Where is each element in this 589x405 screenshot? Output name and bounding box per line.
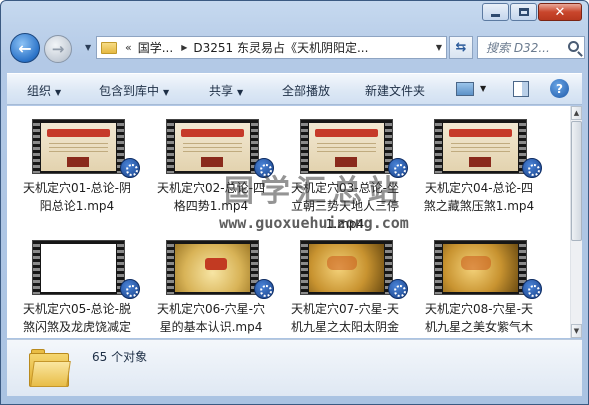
file-item[interactable]: 天机定穴01-总论-阴阳总论1.mp4 — [13, 111, 141, 229]
chevron-down-icon: ▼ — [55, 88, 62, 97]
back-button[interactable]: ← — [10, 33, 40, 63]
media-player-icon — [120, 158, 140, 178]
scroll-down-icon[interactable]: ▼ — [571, 324, 582, 338]
search-box[interactable]: 搜索 D32... — [477, 36, 585, 59]
address-dropdown-icon[interactable]: ▼ — [436, 43, 442, 52]
details-pane: 65 个对象 — [7, 339, 582, 396]
file-name: 天机定穴07-穴星-天机九星之太阳太阴金水.mp4 — [290, 302, 399, 334]
play-all-label: 全部播放 — [282, 84, 331, 98]
video-thumbnail — [32, 119, 125, 174]
chevron-down-icon: ▼ — [163, 88, 170, 97]
scroll-up-icon[interactable]: ▲ — [571, 106, 582, 120]
breadcrumb-overflow-chevron[interactable]: « — [125, 41, 132, 54]
command-bar: 组织 ▼ 包含到库中 ▼ 共享 ▼ 全部播放 新建文件夹 ▼ ? — [7, 73, 582, 105]
navigation-bar: ← → ▼ « 国学... ▶ D3251 东灵易占《天机阴阳定... ▼ ⇆ … — [7, 31, 585, 63]
video-thumbnail — [434, 119, 527, 174]
close-button[interactable]: ✕ — [538, 3, 582, 21]
vertical-scrollbar[interactable]: ▲ ▼ — [570, 106, 582, 338]
new-folder-label: 新建文件夹 — [365, 84, 426, 98]
caption-buttons: ✕ — [481, 3, 582, 21]
chevron-down-icon: ▼ — [237, 88, 244, 97]
file-item[interactable]: 天机定穴05-总论-脱煞闪煞及龙虎饶减定穴 — [13, 232, 141, 338]
maximize-button[interactable] — [510, 3, 537, 21]
file-item[interactable]: 天机定穴04-总论-四煞之藏煞压煞1.mp4 — [415, 111, 543, 229]
breadcrumb-item[interactable]: D3251 东灵易占《天机阴阳定... — [193, 39, 368, 56]
include-in-library-menu[interactable]: 包含到库中 ▼ — [99, 82, 169, 99]
video-thumbnail — [434, 240, 527, 295]
file-item[interactable]: 天机定穴06-穴星-穴星的基本认识.mp4 — [147, 232, 275, 338]
video-thumbnail — [166, 240, 259, 295]
minimize-button[interactable] — [482, 3, 509, 21]
scrollbar-thumb[interactable] — [571, 121, 582, 241]
watermark-url: www.guoxuehuizong.com — [219, 214, 409, 232]
breadcrumb-separator-icon[interactable]: ▶ — [181, 43, 187, 52]
forward-button[interactable]: → — [44, 35, 72, 63]
address-bar[interactable]: « 国学... ▶ D3251 东灵易占《天机阴阳定... ▼ — [96, 36, 447, 59]
media-player-icon — [522, 158, 542, 178]
file-name: 天机定穴01-总论-阴阳总论1.mp4 — [23, 181, 131, 213]
view-dropdown-icon[interactable]: ▼ — [480, 84, 486, 93]
maximize-icon — [518, 8, 529, 16]
change-view-icon[interactable] — [456, 82, 474, 96]
back-arrow-icon: ← — [18, 38, 32, 58]
file-name: 天机定穴05-总论-脱煞闪煞及龙虎饶减定穴 — [22, 302, 131, 334]
item-count: 65 个对象 — [92, 350, 148, 364]
refresh-icon: ⇆ — [455, 40, 467, 55]
recent-pages-dropdown[interactable]: ▼ — [85, 43, 91, 52]
folder-icon — [29, 349, 71, 387]
play-all-button[interactable]: 全部播放 — [282, 82, 330, 99]
breadcrumb-item[interactable]: 国学... — [138, 39, 173, 56]
share-menu[interactable]: 共享 ▼ — [209, 82, 243, 99]
share-label: 共享 — [209, 84, 234, 98]
media-player-icon — [522, 279, 542, 299]
file-name: 天机定穴06-穴星-穴星的基本认识.mp4 — [157, 302, 265, 334]
help-icon[interactable]: ? — [550, 79, 569, 98]
preview-pane-icon[interactable] — [513, 81, 529, 97]
media-player-icon — [254, 279, 274, 299]
file-item[interactable]: 天机定穴08-穴星-天机九星之美女紫气木天财土 — [415, 232, 543, 338]
close-icon: ✕ — [554, 4, 566, 20]
refresh-button[interactable]: ⇆ — [449, 36, 473, 59]
file-name: 天机定穴04-总论-四煞之藏煞压煞1.mp4 — [423, 181, 535, 213]
include-library-label: 包含到库中 — [99, 84, 160, 98]
organize-menu[interactable]: 组织 ▼ — [27, 82, 61, 99]
new-folder-button[interactable]: 新建文件夹 — [365, 82, 425, 99]
file-item[interactable]: 天机定穴07-穴星-天机九星之太阳太阴金水.mp4 — [281, 232, 409, 338]
forward-arrow-icon: → — [51, 40, 65, 58]
file-name: 天机定穴08-穴星-天机九星之美女紫气木天财土 — [424, 302, 533, 334]
watermark-text: 国学汇总站 — [224, 174, 404, 209]
video-thumbnail — [32, 240, 125, 295]
media-player-icon — [120, 279, 140, 299]
search-icon[interactable] — [568, 41, 579, 52]
organize-label: 组织 — [27, 84, 52, 98]
video-thumbnail — [300, 240, 393, 295]
search-input[interactable]: 搜索 D32... — [486, 39, 564, 56]
folder-icon — [101, 41, 117, 54]
help-glyph: ? — [556, 81, 563, 96]
minimize-icon — [491, 13, 500, 17]
media-player-icon — [388, 279, 408, 299]
